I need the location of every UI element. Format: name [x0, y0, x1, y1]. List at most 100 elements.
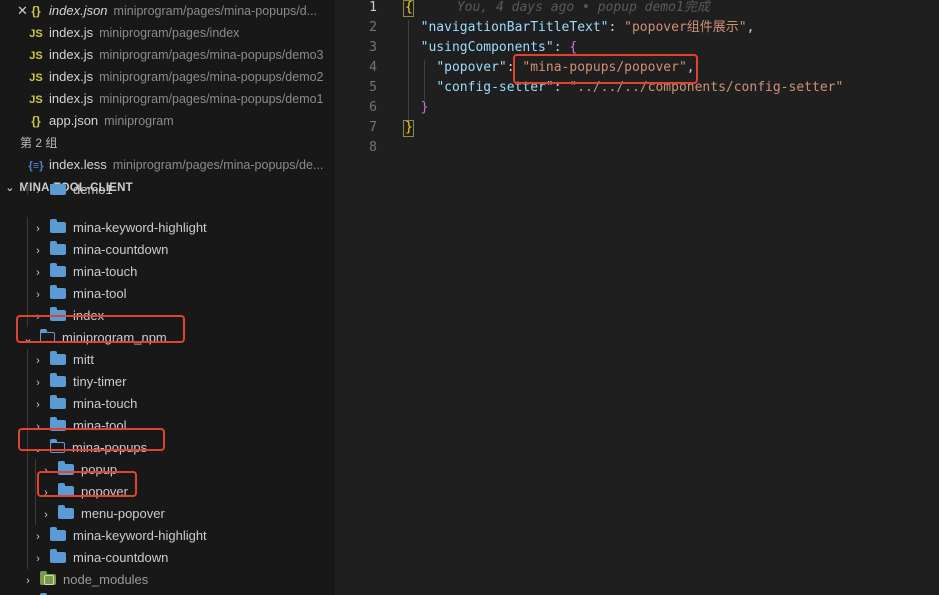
file-name: index.js [49, 47, 94, 62]
folder-icon [58, 461, 74, 475]
code-line[interactable]: 1 {You, 4 days ago • popup demo1完成 [335, 0, 939, 18]
js-file-icon: JS [29, 28, 43, 40]
code-token: , [746, 20, 755, 35]
open-editor-item[interactable]: ✕{} index.json miniprogram/pages/mina-popu… [0, 0, 335, 22]
indent-guide [27, 481, 28, 503]
indent-guide [27, 459, 28, 481]
folder-icon [50, 285, 66, 299]
line-number: 6 [369, 100, 377, 115]
code-content: {You, 4 days ago • popup demo1完成 [405, 0, 710, 18]
chevron-right-icon: › [44, 509, 48, 521]
indent-guide [27, 415, 28, 437]
indent-guide [35, 481, 36, 503]
indent-guide [27, 393, 28, 415]
folder-icon [50, 373, 66, 387]
tree-item-mina-tool[interactable]: › mina-tool [0, 415, 335, 437]
code-token: : [553, 80, 570, 95]
open-editor-item[interactable]: {≡} index.less miniprogram/pages/mina-popu… [0, 154, 335, 176]
tree-item-mina-countdown[interactable]: › mina-countdown [0, 547, 335, 569]
tree-item-mitt[interactable]: › mitt [0, 349, 335, 371]
chevron-right-icon: › [36, 531, 40, 543]
folder-icon [50, 241, 66, 255]
tree-item-services[interactable]: ›services [0, 591, 335, 595]
open-editor-item[interactable]: {} app.json miniprogram [0, 110, 335, 132]
chevron-down-icon: ⌄ [23, 333, 33, 345]
tree-item-menu-popover[interactable]: › menu-popover [0, 503, 335, 525]
code-line[interactable]: 4 "popover": "mina-popups/popover", [335, 58, 939, 78]
code-line[interactable]: 2 "navigationBarTitleText": "popover组件展示… [335, 18, 939, 38]
tree-item-label: mina-countdown [73, 550, 169, 565]
open-editor-item[interactable]: JS index.js miniprogram/pages/mina-popups/… [0, 44, 335, 66]
line-number: 7 [369, 120, 377, 135]
tree-item-node_modules[interactable]: › node_modules [0, 569, 335, 591]
code-content: "config-setter": "../../../components/co… [405, 78, 843, 98]
file-name: index.json [49, 3, 108, 18]
indent-guide [27, 437, 28, 459]
indent-guide [408, 20, 409, 120]
code-line[interactable]: 7} [335, 118, 939, 138]
code-token: "usingComponents" [420, 40, 554, 55]
code-token: : [506, 60, 523, 75]
code-line[interactable]: 6 } [335, 98, 939, 118]
tree-item-mina-popups[interactable]: ⌄ mina-popups [0, 437, 335, 459]
tree-item-miniprogram_npm[interactable]: ⌄ miniprogram_npm [0, 327, 335, 349]
indent-guide [27, 371, 28, 393]
code-line[interactable]: 8 [335, 138, 939, 158]
tree-item-mina-keyword-highlight[interactable]: › mina-keyword-highlight [0, 217, 335, 239]
open-editor-item[interactable]: JS index.js miniprogram/pages/index [0, 22, 335, 44]
indent-guide [27, 349, 28, 371]
file-path: miniprogram/pages/index [99, 26, 240, 40]
editor-group-2-label: 第 2 组 [0, 132, 335, 154]
tree-item-demo1[interactable]: › demo1 [0, 184, 335, 195]
file-path: miniprogram/pages/mina-popups/demo2 [99, 70, 324, 84]
chevron-right-icon: › [36, 399, 40, 411]
tree-item-popover[interactable]: › popover [0, 481, 335, 503]
bracket-match-box [403, 120, 414, 137]
tree-item-mina-countdown[interactable]: › mina-countdown [0, 239, 335, 261]
code-content: "usingComponents": { [405, 38, 578, 58]
tree-item-label: mina-keyword-highlight [73, 220, 207, 235]
file-name: index.js [49, 25, 94, 40]
indent-guide [27, 525, 28, 547]
code-editor[interactable]: 1{You, 4 days ago • popup demo1完成 2 "navi… [335, 0, 939, 595]
tree-item-label: menu-popover [81, 506, 165, 521]
tree-item-mina-touch[interactable]: › mina-touch [0, 393, 335, 415]
code-token: "navigationBarTitleText" [420, 20, 609, 35]
code-line[interactable]: 3 "usingComponents": { [335, 38, 939, 58]
tree-item-label: mina-tool [73, 286, 127, 301]
code-line[interactable]: 5 "config-setter": "../../../components/… [335, 78, 939, 98]
folder-icon [50, 184, 66, 195]
tree-item-mina-tool[interactable]: › mina-tool [0, 283, 335, 305]
folder-icon [50, 219, 66, 233]
indent-guide [424, 60, 425, 100]
code-token: "mina-popups/popover" [522, 60, 687, 75]
tree-item-mina-keyword-highlight[interactable]: › mina-keyword-highlight [0, 525, 335, 547]
file-name: index.js [49, 69, 94, 84]
tree-item-label: mina-keyword-highlight [73, 528, 207, 543]
code-token: "../../../components/config-setter" [569, 80, 844, 95]
tree-item-label: mina-countdown [73, 242, 169, 257]
js-file-icon: JS [29, 50, 43, 62]
tree-item-mina-touch[interactable]: › mina-touch [0, 261, 335, 283]
tree-item-tiny-timer[interactable]: › tiny-timer [0, 371, 335, 393]
tree-item-label: mina-touch [73, 396, 138, 411]
folder-icon [50, 549, 66, 563]
chevron-right-icon: › [36, 421, 40, 433]
chevron-right-icon: › [44, 487, 48, 499]
tree-item-index[interactable]: › index [0, 305, 335, 327]
tree-item-popup[interactable]: › popup [0, 459, 335, 481]
folder-open-icon [39, 329, 55, 343]
tree-item-label: tiny-timer [73, 374, 127, 389]
js-file-icon: JS [29, 72, 43, 84]
folder-icon [50, 417, 66, 431]
less-file-icon: {≡} [28, 160, 44, 172]
tree-item-label: demo1 [73, 184, 113, 195]
tree-item-label: mina-popups [72, 440, 148, 455]
open-editor-item[interactable]: JS index.js miniprogram/pages/mina-popups/… [0, 66, 335, 88]
indent-guide [27, 217, 28, 239]
open-editor-item[interactable]: JS index.js miniprogram/pages/mina-popups/… [0, 88, 335, 110]
group-label: 第 2 组 [20, 136, 58, 150]
folder-icon [50, 527, 66, 541]
code-content: "popover": "mina-popups/popover", [405, 58, 694, 78]
close-icon[interactable]: ✕ [17, 0, 28, 22]
